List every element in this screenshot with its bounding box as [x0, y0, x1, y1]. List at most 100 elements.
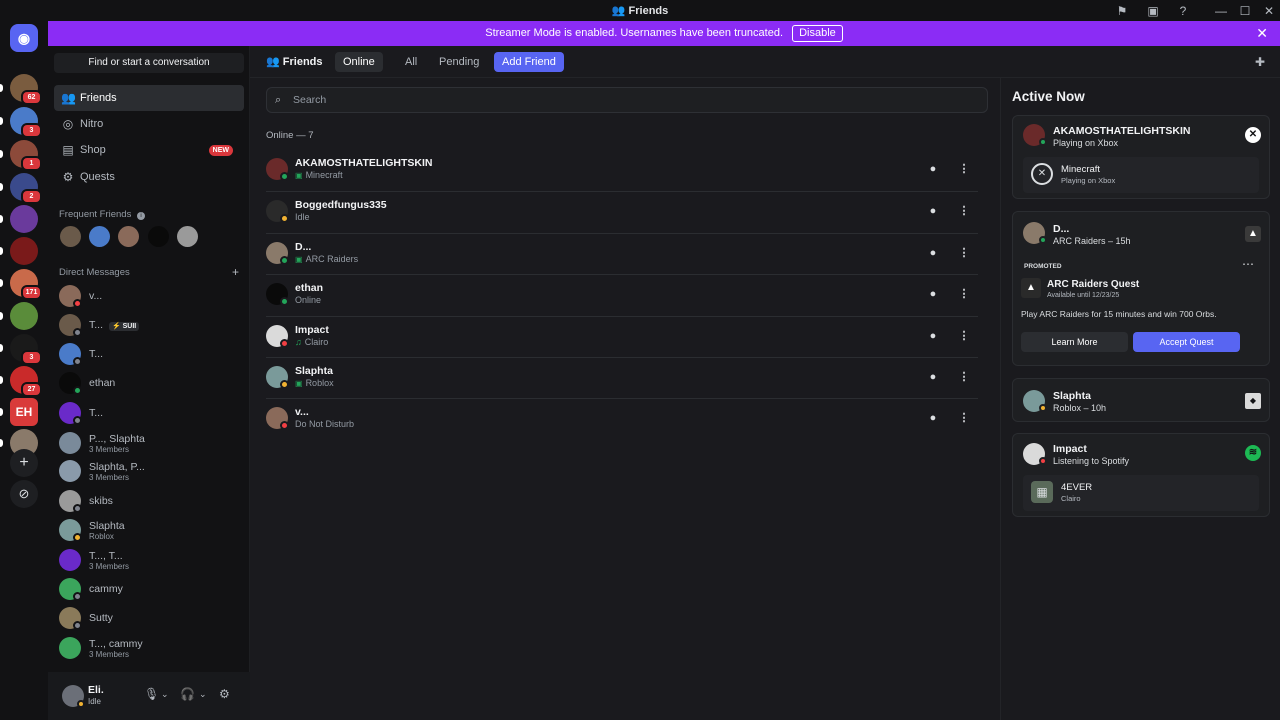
friend-name: Impact	[295, 323, 329, 336]
server-icon[interactable]: EH	[0, 398, 38, 426]
headphones-chevron-down-icon[interactable]: ⌄	[199, 689, 207, 700]
dm-item[interactable]: cammy	[54, 575, 244, 603]
dm-item[interactable]: Slaphta Roblox	[54, 516, 244, 544]
active-card-d[interactable]: D... ARC Raiders – 15h ▲ PROMOTED ⋯ ▲ AR…	[1012, 211, 1270, 366]
dm-item[interactable]: Sutty	[54, 604, 244, 632]
friends-topbar: 👥 Friends Online All Pending Add Friend …	[250, 46, 1280, 78]
nav-quests[interactable]: ⚙ Quests	[54, 164, 244, 190]
learn-more-button[interactable]: Learn More	[1021, 332, 1128, 352]
add-friend-button[interactable]: Add Friend	[494, 52, 564, 72]
roblox-icon: ◆	[1245, 393, 1261, 409]
microphone-icon[interactable]: 🎙	[144, 687, 159, 701]
frequent-friend-avatar[interactable]	[148, 226, 169, 247]
minimize-icon[interactable]: —	[1213, 3, 1229, 19]
spotify-icon: ≋	[1245, 445, 1261, 461]
window-title: 👥 Friends	[611, 5, 669, 17]
new-group-dm-icon[interactable]: ✚	[1255, 55, 1265, 69]
message-icon[interactable]: ●	[924, 409, 942, 427]
inbox-flag-icon[interactable]: ⚑	[1114, 3, 1130, 19]
active-card-akamo[interactable]: AKAMOSTHATELIGHTSKIN Playing on Xbox ✕ ✕…	[1012, 115, 1270, 199]
user-name[interactable]: Eli.	[88, 684, 104, 696]
add-server-button[interactable]: +	[10, 449, 38, 477]
tab-online[interactable]: Online	[335, 52, 383, 72]
active-card-slaphta[interactable]: Slaphta Roblox – 10h ◆	[1012, 378, 1270, 422]
dm-item[interactable]: T... ⚡ SUII	[54, 311, 244, 339]
frequent-friend-avatar[interactable]	[118, 226, 139, 247]
message-icon[interactable]: ●	[924, 368, 942, 386]
nav-nitro[interactable]: ◎ Nitro	[54, 111, 244, 137]
server-icon[interactable]: 3	[0, 107, 42, 138]
disable-button[interactable]: Disable	[792, 24, 843, 42]
server-icon[interactable]: 62	[0, 74, 42, 105]
find-conversation-input[interactable]: Find or start a conversation	[54, 53, 244, 73]
nav-shop-label: Shop	[80, 144, 106, 156]
server-icon[interactable]	[0, 205, 38, 233]
create-dm-icon[interactable]: +	[232, 265, 239, 279]
more-options-icon[interactable]: ⋮	[955, 285, 973, 303]
more-options-icon[interactable]: ⋮	[955, 368, 973, 386]
settings-gear-icon[interactable]: ⚙	[219, 687, 230, 701]
server-icon[interactable]: 171	[0, 269, 42, 300]
server-icon[interactable]	[0, 237, 38, 265]
help-icon[interactable]: ?	[1175, 3, 1191, 19]
server-icon[interactable]	[0, 302, 38, 330]
message-icon[interactable]: ●	[924, 285, 942, 303]
tab-all[interactable]: All	[397, 52, 425, 72]
close-window-icon[interactable]: ✕	[1261, 3, 1277, 19]
server-icon[interactable]: 27	[0, 366, 42, 397]
frequent-friend-avatar[interactable]	[60, 226, 81, 247]
dm-item[interactable]: skibs	[54, 487, 244, 515]
home-button[interactable]: ◉	[10, 24, 38, 52]
dm-item[interactable]: T...	[54, 340, 244, 368]
discover-button[interactable]: ⊘	[10, 480, 38, 508]
maximize-icon[interactable]: ☐	[1237, 3, 1253, 19]
nitro-icon: ◎	[62, 117, 74, 131]
nav-shop[interactable]: ▤ Shop NEW	[54, 137, 244, 163]
nav-friends[interactable]: 👥 Friends	[54, 85, 244, 111]
friend-row[interactable]: AKAMOSTHATELIGHTSKIN ▣ Minecraft ● ⋮	[266, 150, 978, 191]
dm-item[interactable]: T..., T... 3 Members	[54, 546, 244, 574]
mic-chevron-down-icon[interactable]: ⌄	[161, 689, 169, 700]
message-icon[interactable]: ●	[924, 244, 942, 262]
more-options-icon[interactable]: ⋮	[955, 409, 973, 427]
dm-item[interactable]: ethan	[54, 369, 244, 397]
friend-row[interactable]: Impact ♫ Clairo ● ⋮	[266, 315, 978, 357]
close-banner-icon[interactable]: ✕	[1256, 21, 1268, 46]
server-icon[interactable]: 3	[0, 334, 42, 365]
dm-item[interactable]: v...	[54, 282, 244, 310]
message-icon[interactable]: ●	[924, 327, 942, 345]
active-sub: Listening to Spotify	[1053, 456, 1130, 466]
tab-pending[interactable]: Pending	[431, 52, 487, 72]
dm-name: T..., cammy	[89, 638, 143, 650]
dm-item[interactable]: P..., Slaphta 3 Members	[54, 429, 244, 457]
info-icon[interactable]: i	[136, 212, 145, 220]
dm-sub: 3 Members	[89, 445, 130, 454]
more-options-icon[interactable]: ⋮	[955, 327, 973, 345]
frequent-friend-avatar[interactable]	[177, 226, 198, 247]
dm-item[interactable]: T..., cammy 3 Members	[54, 634, 244, 662]
more-options-icon[interactable]: ⋮	[955, 160, 973, 178]
friend-row[interactable]: Slaphta ▣ Roblox ● ⋮	[266, 357, 978, 398]
server-icon[interactable]: 2	[0, 173, 42, 204]
dm-item[interactable]: Slaphta, P... 3 Members	[54, 457, 244, 485]
more-options-icon[interactable]: ⋯	[1242, 257, 1255, 271]
frequent-friend-avatar[interactable]	[89, 226, 110, 247]
screen-share-icon[interactable]: ▣	[1145, 3, 1161, 19]
friend-row[interactable]: Boggedfungus335 Idle ● ⋮	[266, 191, 978, 232]
message-icon[interactable]: ●	[924, 160, 942, 178]
headphones-icon[interactable]: 🎧	[180, 687, 195, 701]
friend-row[interactable]: v... Do Not Disturb ● ⋮	[266, 398, 978, 439]
server-icon[interactable]: 1	[0, 140, 42, 171]
more-options-icon[interactable]: ⋮	[955, 244, 973, 262]
mention-badge: 3	[21, 350, 42, 365]
dm-item[interactable]: T...	[54, 399, 244, 427]
friend-name: v...	[295, 406, 309, 419]
accept-quest-button[interactable]: Accept Quest	[1133, 332, 1240, 352]
friend-row[interactable]: D... ▣ ARC Raiders ● ⋮	[266, 232, 978, 274]
friend-activity-text: Clairo	[304, 336, 329, 347]
friend-search-input[interactable]: ⌕ Search	[266, 87, 988, 113]
more-options-icon[interactable]: ⋮	[955, 202, 973, 220]
message-icon[interactable]: ●	[924, 202, 942, 220]
friend-row[interactable]: ethan Online ● ⋮	[266, 274, 978, 315]
active-card-impact[interactable]: Impact Listening to Spotify ≋ ▦ 4EVER Cl…	[1012, 433, 1270, 517]
